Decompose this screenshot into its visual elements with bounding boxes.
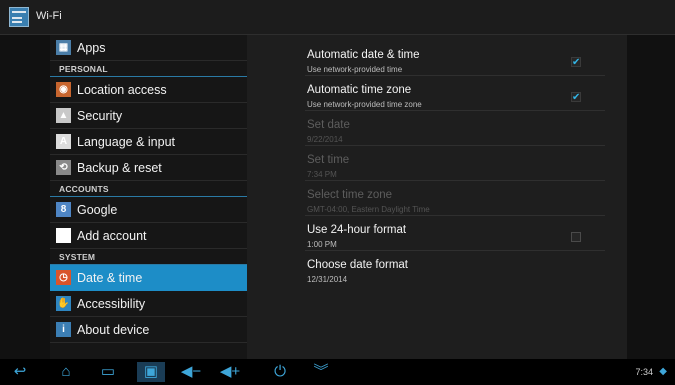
sidebar-item[interactable]: ▲ Security [50, 103, 247, 129]
section-header: PERSONAL [50, 61, 247, 77]
recents-icon: ▭ [100, 363, 116, 380]
setting-row: Select time zone GMT-04:00, Eastern Dayli… [247, 181, 627, 215]
setting-title: Set date [307, 119, 350, 131]
screenshot-button[interactable]: ▣ [137, 362, 165, 382]
setting-title: Choose date format [307, 259, 409, 271]
action-bar: Wi-Fi [0, 0, 675, 35]
navigation-bar: 7:34 ◆ ↩ ⌂ ▭ ▣ ◀− ◀+ ⏻ ︾ [0, 359, 675, 385]
sidebar-item[interactable]: ✋ Accessibility [50, 291, 247, 317]
setting-summary: 1:00 PM [307, 240, 337, 249]
home-button[interactable]: ⌂ [52, 362, 80, 382]
google-icon: 8 [56, 202, 71, 217]
info-icon: i [56, 322, 71, 337]
volume-up-button[interactable]: ◀+ [216, 362, 244, 382]
clock-icon: ◷ [56, 270, 71, 285]
section-header: SYSTEM [50, 249, 247, 265]
setting-checkbox[interactable] [571, 232, 581, 242]
setting-summary: 7:34 PM [307, 170, 337, 179]
date-time-settings-pane: Automatic date & time Use network-provide… [247, 35, 627, 359]
power-button[interactable]: ⏻ [266, 362, 294, 382]
settings-content: ▦ Apps PERSONAL ◉ Location access ▲ Security A L… [0, 35, 675, 359]
sidebar-item[interactable]: + Add account [50, 223, 247, 249]
setting-summary: 9/22/2014 [307, 135, 343, 144]
sidebar-item[interactable]: ⟲ Backup & reset [50, 155, 247, 181]
sidebar-item[interactable]: i About device [50, 317, 247, 343]
setting-summary: GMT-04:00, Eastern Daylight Time [307, 205, 430, 214]
location-icon: ◉ [56, 82, 71, 97]
status-clock: 7:34 [635, 367, 653, 377]
recents-button[interactable]: ▭ [94, 362, 122, 382]
apps-icon: ▦ [56, 40, 71, 55]
lock-icon: ▲ [56, 108, 71, 123]
chevron-down-icon: ︾ [313, 363, 329, 380]
back-icon: ↩ [13, 363, 27, 380]
menu-button[interactable]: ︾ [307, 362, 335, 382]
setting-summary: 12/31/2014 [307, 275, 348, 284]
page-title: Wi-Fi [36, 10, 62, 22]
screenshot-icon: ▣ [143, 363, 159, 380]
backup-icon: ⟲ [56, 160, 71, 175]
setting-row[interactable]: Automatic date & time Use network-provide… [247, 41, 627, 75]
section-header: ACCOUNTS [50, 181, 247, 197]
sidebar-item-label: Accessibility [77, 297, 146, 311]
setting-title: Use 24-hour format [307, 224, 407, 236]
settings-icon[interactable] [9, 7, 29, 27]
sidebar-item[interactable]: ◷ Date & time [50, 265, 247, 291]
setting-checkbox[interactable]: ✔ [571, 92, 581, 103]
volume-down-button[interactable]: ◀− [177, 362, 205, 382]
setting-row: Set time 7:34 PM [247, 146, 627, 180]
sidebar-item-label: Google [77, 203, 118, 217]
setting-title: Automatic time zone [307, 84, 412, 96]
language-icon: A [56, 134, 71, 149]
sidebar-item-label: Add account [77, 229, 147, 243]
home-icon: ⌂ [61, 363, 71, 380]
setting-summary: Use network-provided time zone [307, 100, 422, 109]
sidebar-item[interactable]: A Language & input [50, 129, 247, 155]
settings-sidebar: ▦ Apps PERSONAL ◉ Location access ▲ Security A L… [50, 35, 247, 359]
section-header-label: PERSONAL [59, 64, 108, 74]
sidebar-item-label: Date & time [77, 271, 143, 285]
sidebar-item[interactable]: 8 Google [50, 197, 247, 223]
setting-title: Automatic date & time [307, 49, 420, 61]
volume-up-icon: ◀+ [219, 363, 241, 380]
setting-title: Set time [307, 154, 350, 166]
volume-down-icon: ◀− [180, 363, 202, 380]
setting-title: Select time zone [307, 189, 393, 201]
sidebar-item-label: Location access [77, 83, 167, 97]
setting-row[interactable]: Automatic time zone Use network-provided … [247, 76, 627, 110]
setting-row: Set date 9/22/2014 [247, 111, 627, 145]
sidebar-item-label: Backup & reset [77, 161, 162, 175]
accessibility-icon: ✋ [56, 296, 71, 311]
back-button[interactable]: ↩ [6, 362, 34, 382]
setting-row[interactable]: Use 24-hour format 1:00 PM [247, 216, 627, 250]
sidebar-item-label: Apps [77, 41, 106, 55]
sidebar-item-label: Security [77, 109, 123, 123]
sidebar-item-label: Language & input [77, 135, 176, 149]
section-header-label: SYSTEM [59, 252, 96, 262]
sidebar-item[interactable]: ◉ Location access [50, 77, 247, 103]
setting-checkbox[interactable]: ✔ [571, 57, 581, 68]
setting-summary: Use network-provided time [307, 65, 403, 74]
plus-icon: + [56, 228, 71, 243]
wifi-icon: ◆ [659, 366, 667, 377]
power-icon: ⏻ [274, 363, 286, 380]
setting-row[interactable]: Choose date format 12/31/2014 [247, 251, 627, 285]
sidebar-item-label: About device [77, 323, 150, 337]
section-header-label: ACCOUNTS [59, 184, 109, 194]
sidebar-item[interactable]: ▦ Apps [50, 35, 247, 61]
